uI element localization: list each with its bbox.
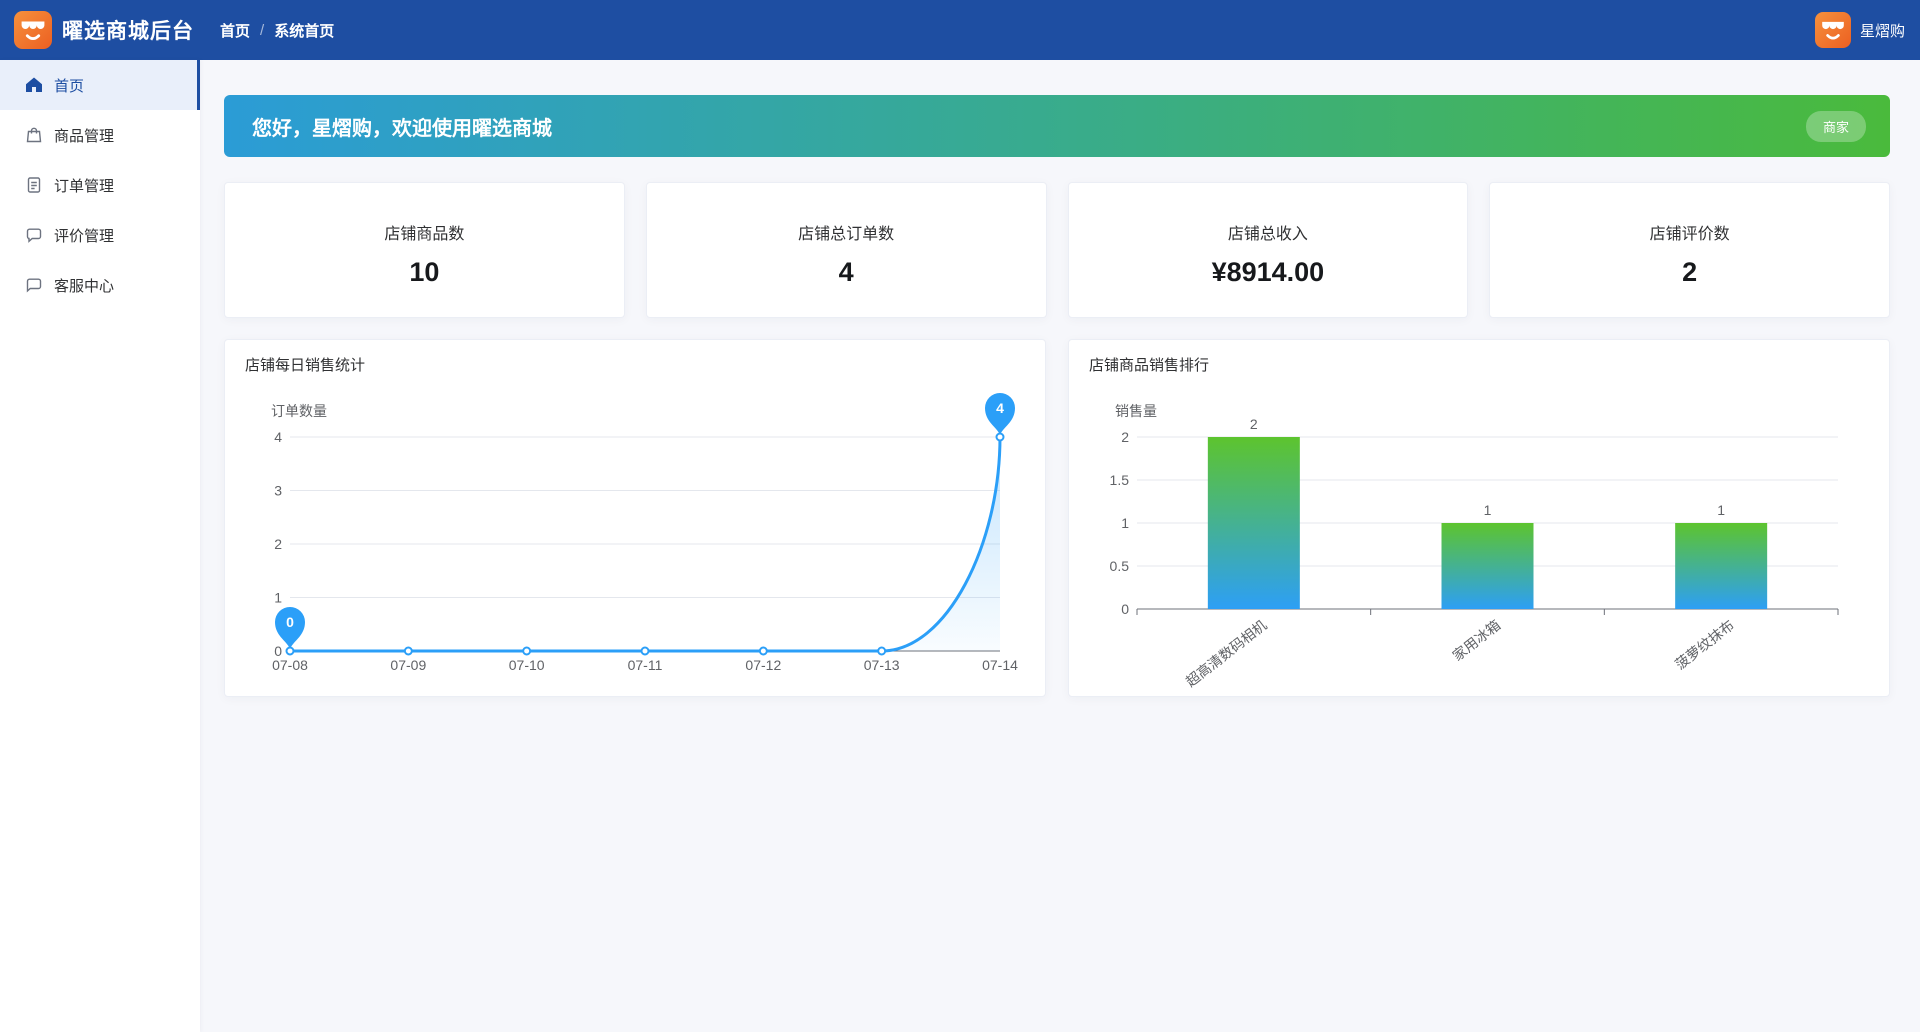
data-point xyxy=(758,646,768,656)
stat-label: 店铺总收入 xyxy=(1227,226,1308,243)
daily-sales-line-chart: 订单数量 01 2 3 4 07-08 07-09 07-10 07-11 07-12 07-13 0… xyxy=(271,393,1018,673)
user-menu[interactable]: 星熠购 xyxy=(1814,12,1905,48)
sidebar-item-products[interactable]: 商品管理 xyxy=(0,110,200,160)
bar xyxy=(1207,437,1300,609)
app-title: 曜选商城后台 xyxy=(62,20,194,43)
top-navbar: 曜选商城后台 首页 / 系统首页 星熠购 xyxy=(0,0,1920,60)
brand: 曜选商城后台 xyxy=(14,11,194,49)
stat-card-product-count: 店铺商品数 10 xyxy=(224,182,625,318)
main-content: 您好，星熠购，欢迎使用曜选商城 商家 店铺商品数 10 店铺总订单数 4 店铺总… xyxy=(200,60,1920,1032)
stat-label: 店铺总订单数 xyxy=(798,226,895,243)
x-category-label: 家用冰箱 xyxy=(1449,617,1503,664)
sidebar: 首页 商品管理 订单管理 评价管理 客服中心 xyxy=(0,60,200,1032)
breadcrumb-separator: / xyxy=(260,21,265,39)
sidebar-item-label: 评价管理 xyxy=(54,227,115,245)
x-tick-label: 07-10 xyxy=(509,657,545,673)
x-tick-label: 07-13 xyxy=(864,657,900,673)
username: 星熠购 xyxy=(1859,22,1905,40)
y-tick-label: 2 xyxy=(1121,429,1129,445)
welcome-greeting: 您好，星熠购，欢迎使用曜选商城 xyxy=(252,117,552,140)
home-icon xyxy=(26,77,42,92)
user-avatar xyxy=(1814,12,1851,48)
product-ranking-card: 店铺商品销售排行 销售量 0 0.5 1 1.5 2 2 超高清数码相机 1 家用冰箱 1 菠萝纹抹布 xyxy=(1068,339,1890,697)
x-tick-label: 07-11 xyxy=(628,657,663,673)
welcome-banner: 您好，星熠购，欢迎使用曜选商城 商家 xyxy=(224,95,1890,157)
order-document-icon xyxy=(27,177,41,193)
data-point xyxy=(403,646,413,656)
product-sales-bar-chart: 销售量 0 0.5 1 1.5 2 2 超高清数码相机 1 家用冰箱 1 菠萝纹抹布 xyxy=(1110,403,1839,690)
bar xyxy=(1675,523,1768,609)
sidebar-item-reviews[interactable]: 评价管理 xyxy=(0,210,200,260)
breadcrumb-home[interactable]: 首页 xyxy=(220,20,250,41)
x-category-label: 菠萝纹抹布 xyxy=(1672,617,1737,673)
stat-card-order-count: 店铺总订单数 4 xyxy=(645,182,1047,318)
y-tick-label: 2 xyxy=(274,536,282,552)
y-tick-label: 0 xyxy=(1121,601,1129,617)
chart-title: 店铺商品销售排行 xyxy=(1089,357,1210,374)
sidebar-item-home[interactable]: 首页 xyxy=(0,60,200,110)
y-tick-label: 3 xyxy=(274,483,282,499)
x-tick-label: 07-09 xyxy=(390,657,426,673)
y-axis-name: 订单数量 xyxy=(271,403,327,419)
stat-label: 店铺评价数 xyxy=(1649,226,1730,243)
stat-value: 2 xyxy=(1682,257,1698,287)
data-point xyxy=(640,646,650,656)
role-badge: 商家 xyxy=(1805,110,1866,142)
x-tick-label: 07-12 xyxy=(745,657,781,673)
stat-value: 10 xyxy=(409,257,440,287)
stat-value: ¥8914.00 xyxy=(1211,257,1325,287)
bar-value-label: 2 xyxy=(1250,416,1258,432)
breadcrumb: 首页 / 系统首页 xyxy=(220,20,334,41)
sidebar-item-label: 订单管理 xyxy=(54,177,115,195)
body-row: 首页 商品管理 订单管理 评价管理 客服中心 您好，星熠购，欢迎使用曜选商城 商… xyxy=(0,60,1920,1032)
sidebar-item-service[interactable]: 客服中心 xyxy=(0,260,200,310)
admin-dashboard: 曜选商城后台 首页 / 系统首页 星熠购 首页 商品管理 订单管理 评价管理 客… xyxy=(0,0,1920,1032)
data-point xyxy=(877,646,887,656)
stats-row: 店铺商品数 10 店铺总订单数 4 店铺总收入 ¥8914.00 店铺评价数 2 xyxy=(224,182,1890,318)
mark-pin-value: 0 xyxy=(286,614,294,630)
sidebar-item-label: 商品管理 xyxy=(54,127,115,145)
y-tick-label: 1 xyxy=(274,590,282,606)
y-tick-label: 0.5 xyxy=(1110,558,1130,574)
stat-value: 4 xyxy=(838,257,854,287)
bar xyxy=(1441,523,1534,609)
x-category-label: 超高清数码相机 xyxy=(1183,617,1270,690)
y-tick-label: 4 xyxy=(274,429,282,445)
service-chat-icon xyxy=(26,278,42,293)
y-tick-label: 1.5 xyxy=(1110,472,1130,488)
stat-label: 店铺商品数 xyxy=(384,226,465,243)
x-tick-label: 07-14 xyxy=(982,657,1018,673)
sidebar-item-orders[interactable]: 订单管理 xyxy=(0,160,200,210)
sidebar-item-label: 客服中心 xyxy=(54,277,115,295)
x-tick-label: 07-08 xyxy=(272,657,308,673)
bar-value-label: 1 xyxy=(1484,502,1492,518)
mark-pin-value: 4 xyxy=(996,400,1004,416)
charts-row: 店铺每日销售统计 订单数量 0 1 2 3 4 07-08 07-09 07-10 07-11 07… xyxy=(224,339,1890,697)
y-tick-label: 1 xyxy=(1121,515,1129,531)
daily-sales-card: 店铺每日销售统计 订单数量 0 1 2 3 4 07-08 07-09 07-10 07-11 07… xyxy=(224,339,1046,697)
stat-card-review-count: 店铺评价数 2 xyxy=(1489,182,1890,318)
shopping-bag-icon xyxy=(26,127,42,143)
app-logo-icon xyxy=(14,11,52,49)
stat-card-revenue: 店铺总收入 ¥8914.00 xyxy=(1067,182,1469,318)
breadcrumb-current[interactable]: 系统首页 xyxy=(274,20,334,41)
sidebar-item-label: 首页 xyxy=(54,77,85,95)
y-axis-name: 销售量 xyxy=(1115,403,1157,419)
review-comment-icon xyxy=(26,228,42,243)
chart-title: 店铺每日销售统计 xyxy=(245,357,366,374)
data-point xyxy=(522,646,532,656)
bar-value-label: 1 xyxy=(1717,502,1725,518)
